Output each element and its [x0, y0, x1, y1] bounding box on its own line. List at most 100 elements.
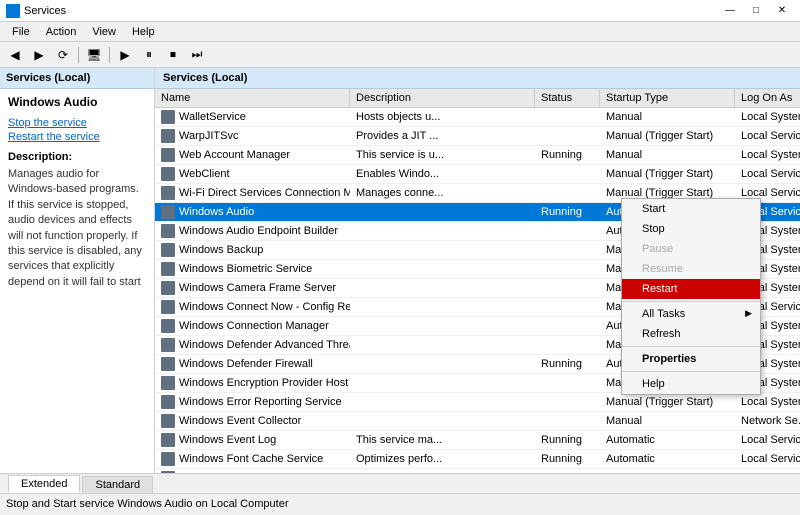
close-button[interactable]: ✕ — [770, 2, 794, 20]
context-menu-item-pause: Pause — [622, 239, 760, 259]
service-icon — [161, 376, 175, 390]
service-icon — [161, 414, 175, 428]
cell-startup: Automatic — [600, 431, 735, 449]
toolbar: ◀ ▶ ⟳ 🖥 ▶ ⏸ ⏹ ⏭ — [0, 42, 800, 68]
main-content: Services (Local) Windows Audio Stop the … — [0, 68, 800, 473]
service-icon — [161, 452, 175, 466]
table-row[interactable]: Web Account Manager This service is u...… — [155, 146, 800, 165]
restart-service-link[interactable]: Restart the service — [8, 131, 146, 143]
cell-logon: Local Service — [735, 450, 800, 468]
menu-help[interactable]: Help — [124, 24, 163, 40]
cell-status: Running — [535, 355, 600, 373]
refresh-button[interactable]: ⟳ — [52, 45, 74, 65]
cell-logon: Network Se... — [735, 412, 800, 430]
table-row[interactable]: WebClient Enables Windo... Manual (Trigg… — [155, 165, 800, 184]
cell-desc: Hosts objects u... — [350, 108, 535, 126]
context-menu-item-start[interactable]: Start — [622, 199, 760, 219]
table-row[interactable]: Windows Event Collector Manual Network S… — [155, 412, 800, 431]
left-panel-body: Windows Audio Stop the service Restart t… — [0, 89, 154, 473]
service-icon — [161, 110, 175, 124]
context-menu-item-restart[interactable]: Restart — [622, 279, 760, 299]
service-icon — [161, 167, 175, 181]
cell-name: Windows Event Log — [155, 431, 350, 449]
forward-button[interactable]: ▶ — [28, 45, 50, 65]
minimize-button[interactable]: — — [718, 2, 742, 20]
restart-service-button[interactable]: ⏭ — [186, 45, 208, 65]
window-title: Services — [24, 5, 718, 17]
table-row[interactable]: Windows Error Reporting Service Manual (… — [155, 393, 800, 412]
app-icon — [6, 4, 20, 18]
cell-desc — [350, 374, 535, 392]
cell-logon: Local System — [735, 146, 800, 164]
cell-status — [535, 165, 600, 183]
cell-desc: Manages conne... — [350, 184, 535, 202]
table-row[interactable]: Windows Image Acquisition (WIA) Provides… — [155, 469, 800, 473]
back-button[interactable]: ◀ — [4, 45, 26, 65]
context-menu-item-resume: Resume — [622, 259, 760, 279]
menu-file[interactable]: File — [4, 24, 38, 40]
description-text: Manages audio for Windows-based programs… — [8, 167, 146, 290]
cell-logon: Local Service — [735, 431, 800, 449]
table-row[interactable]: Windows Font Cache Service Optimizes per… — [155, 450, 800, 469]
cell-name: Windows Audio Endpoint Builder — [155, 222, 350, 240]
cell-logon: Local Service — [735, 165, 800, 183]
cell-logon: Local System — [735, 108, 800, 126]
cell-desc — [350, 260, 535, 278]
context-menu-separator — [622, 301, 760, 302]
cell-startup: Manual (Trigger Start) — [600, 393, 735, 411]
cell-name: Windows Backup — [155, 241, 350, 259]
cell-status — [535, 260, 600, 278]
table-row[interactable]: WarpJITSvc Provides a JIT ... Manual (Tr… — [155, 127, 800, 146]
cell-name: Windows Connect Now - Config Registrar — [155, 298, 350, 316]
selected-service-name: Windows Audio — [8, 95, 146, 109]
cell-desc: Optimizes perfo... — [350, 450, 535, 468]
stop-service-button[interactable]: ⏹ — [162, 45, 184, 65]
service-icon — [161, 129, 175, 143]
cell-desc — [350, 336, 535, 354]
tab-standard[interactable]: Standard — [82, 476, 153, 493]
cell-name: Windows Font Cache Service — [155, 450, 350, 468]
computer-button[interactable]: 🖥 — [83, 45, 105, 65]
service-icon — [161, 148, 175, 162]
cell-desc: This service ma... — [350, 431, 535, 449]
cell-logon: Local System — [735, 393, 800, 411]
cell-status — [535, 241, 600, 259]
service-icon — [161, 395, 175, 409]
cell-name: Windows Defender Advanced Threat Prote..… — [155, 336, 350, 354]
context-menu-item-all-tasks[interactable]: All Tasks — [622, 304, 760, 324]
cell-status: Running — [535, 469, 600, 473]
context-menu-item-refresh[interactable]: Refresh — [622, 324, 760, 344]
col-status[interactable]: Status — [535, 89, 600, 107]
menu-action[interactable]: Action — [38, 24, 85, 40]
right-panel: Services (Local) Name Description Status… — [155, 68, 800, 473]
cell-startup: Manual — [600, 412, 735, 430]
col-desc[interactable]: Description — [350, 89, 535, 107]
cell-status: Running — [535, 146, 600, 164]
cell-status — [535, 298, 600, 316]
service-icon — [161, 319, 175, 333]
cell-status — [535, 127, 600, 145]
tab-extended[interactable]: Extended — [8, 475, 80, 493]
col-startup[interactable]: Startup Type — [600, 89, 735, 107]
cell-logon: Local Service — [735, 127, 800, 145]
tab-bar: Extended Standard — [0, 473, 800, 493]
col-logon[interactable]: Log On As — [735, 89, 800, 107]
stop-service-link[interactable]: Stop the service — [8, 117, 146, 129]
maximize-button[interactable]: □ — [744, 2, 768, 20]
toolbar-separator-1 — [78, 47, 79, 63]
menu-view[interactable]: View — [84, 24, 124, 40]
context-menu-item-properties[interactable]: Properties — [622, 349, 760, 369]
service-icon — [161, 262, 175, 276]
start-service-button[interactable]: ▶ — [114, 45, 136, 65]
context-menu-item-help[interactable]: Help — [622, 374, 760, 394]
table-row[interactable]: Windows Event Log This service ma... Run… — [155, 431, 800, 450]
cell-desc — [350, 355, 535, 373]
context-menu-item-stop[interactable]: Stop — [622, 219, 760, 239]
table-row[interactable]: WalletService Hosts objects u... Manual … — [155, 108, 800, 127]
service-icon — [161, 243, 175, 257]
cell-desc — [350, 222, 535, 240]
col-name[interactable]: Name — [155, 89, 350, 107]
cell-status — [535, 317, 600, 335]
pause-service-button[interactable]: ⏸ — [138, 45, 160, 65]
cell-desc — [350, 241, 535, 259]
